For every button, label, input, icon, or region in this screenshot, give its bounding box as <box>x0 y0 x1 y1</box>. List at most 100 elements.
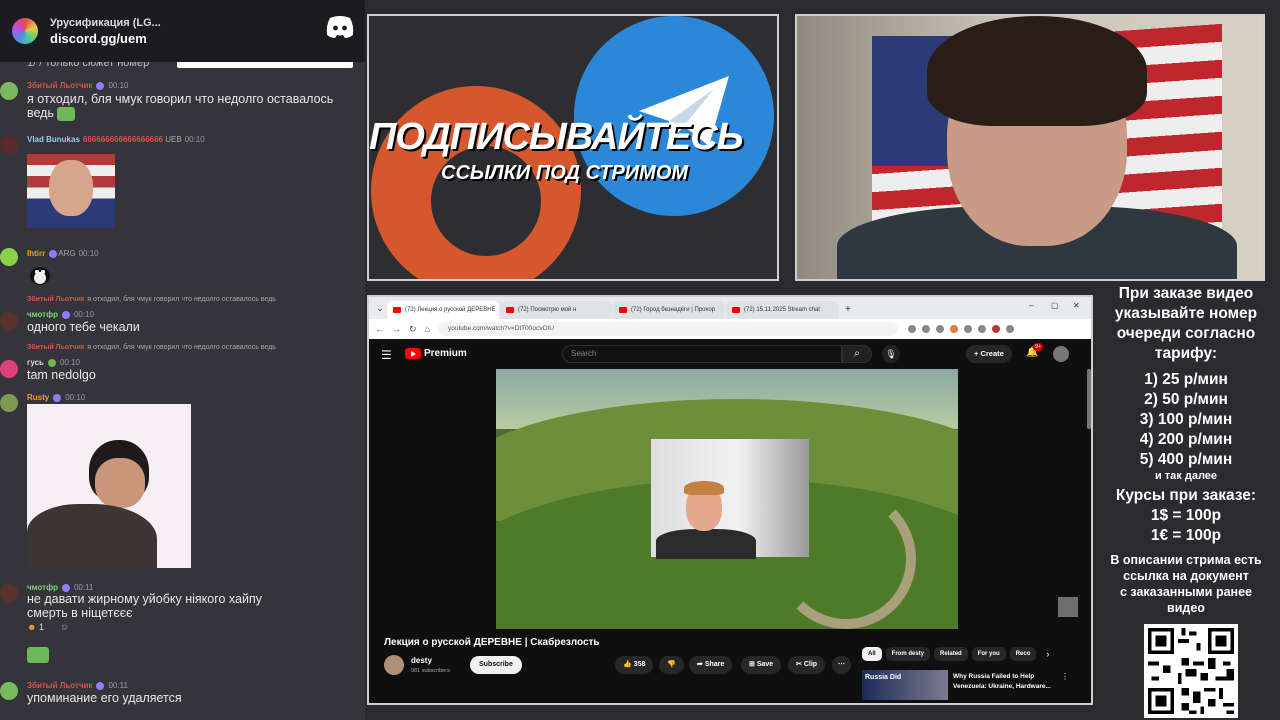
image-attachment[interactable] <box>27 404 191 568</box>
badge-icon <box>96 81 105 90</box>
pip-hair <box>684 481 724 495</box>
rate-line: 1$ = 100р <box>1150 507 1222 524</box>
discord-banner[interactable]: Урусификация (LG... discord.gg/uem <box>0 0 365 62</box>
reaction[interactable]: ☻ 1 <box>27 622 44 632</box>
desc-line: ссылка на документ <box>1123 569 1249 583</box>
rates-title: Курсы при заказе: <box>1115 487 1257 504</box>
recommended-video-title[interactable]: Why Russia Failed to Help Venezuela: Ukr… <box>953 672 1063 692</box>
timestamp: 00:10 <box>108 81 129 90</box>
tariff-line: 2) 50 р/мин <box>1144 391 1228 408</box>
subscribe-promo-panel: ПОДПИСЫВАЙТЕСЬ ССЫЛКИ ПОД СТРИМОМ <box>367 14 779 281</box>
chat-message: Збитый Льотчик 00:11 упоминание его удаля… <box>0 680 365 710</box>
browser-tab[interactable]: (72) 15.11.2025 Stream chat <box>726 301 838 319</box>
chip-all[interactable]: All <box>862 647 882 661</box>
reload-icon[interactable]: ↻ <box>409 324 417 335</box>
message-text: не давати жирному уйобку ніякого хайпу см… <box>27 592 262 620</box>
username[interactable]: Збитый Льотчик <box>27 81 92 90</box>
info-line: тарифу: <box>1154 345 1218 362</box>
avatar <box>0 394 18 412</box>
username[interactable]: гусь <box>27 358 44 367</box>
dislike-button[interactable]: 👎 <box>659 656 684 674</box>
extension-icon[interactable] <box>963 325 972 333</box>
more-actions-button[interactable]: ⋯ <box>832 656 851 674</box>
emote-icon <box>27 262 53 286</box>
info-line: указывайте номер <box>1114 305 1258 322</box>
page-scrollbar[interactable] <box>1087 369 1091 429</box>
image-attachment[interactable] <box>27 154 115 228</box>
qr-code <box>1144 624 1238 718</box>
chip-related[interactable]: Related <box>934 647 968 661</box>
browser-window: ⌄ (72) Лекция о русской ДЕРЕВНЕ (72) Пос… <box>367 295 1093 705</box>
minimize-icon[interactable]: – <box>1029 301 1033 310</box>
reply-preview[interactable]: Збитый Льотчик я отходил, бля чмук говори… <box>27 296 276 303</box>
timestamp: 00:11 <box>73 583 94 592</box>
tariff-etc: и так далее <box>1154 470 1218 482</box>
extension-icon[interactable] <box>921 325 930 333</box>
timestamp: 00:10 <box>73 310 94 319</box>
tab-bar: ⌄ (72) Лекция о русской ДЕРЕВНЕ (72) Пос… <box>369 297 1091 319</box>
menu-icon[interactable] <box>1005 325 1014 333</box>
discord-invite-link[interactable]: discord.gg/uem <box>50 31 161 46</box>
subscribe-button[interactable]: Subscribe <box>470 656 522 674</box>
extension-icon[interactable] <box>949 325 958 333</box>
chip-for-you[interactable]: For you <box>971 647 1006 661</box>
tariff-line: 1) 25 р/мин <box>1144 371 1228 388</box>
browser-tab[interactable]: (72) Посмотрю мой н <box>500 301 612 319</box>
username[interactable]: Ihtirr <box>27 249 45 258</box>
save-icon: ⊞ <box>749 661 755 668</box>
clip-button[interactable]: ✂ Clip <box>788 656 826 674</box>
chip-recently[interactable]: Reco <box>1009 647 1037 661</box>
search-icon[interactable]: ⌕ <box>842 345 872 363</box>
extension-icon[interactable] <box>977 325 986 333</box>
video-player[interactable] <box>496 369 958 629</box>
tariff-line: 5) 400 р/мин <box>1139 451 1233 468</box>
chat-message: Vlad Bunukas 666666666666666666 UEB 00:10 <box>0 134 365 234</box>
timestamp: 00:10 <box>59 358 80 367</box>
face-shape <box>95 458 145 508</box>
username[interactable]: чмотфр <box>27 310 58 319</box>
close-icon[interactable]: ✕ <box>1073 301 1080 310</box>
maximize-icon[interactable]: ▢ <box>1051 301 1059 310</box>
profile-icon[interactable] <box>991 325 1000 333</box>
browser-tab[interactable]: (72) Лекция о русской ДЕРЕВНЕ <box>387 301 499 319</box>
username[interactable]: Збитый Льотчик <box>27 681 92 690</box>
hamburger-menu-icon[interactable]: ☰ <box>381 348 392 362</box>
extension-icon[interactable] <box>907 325 916 333</box>
new-tab-button[interactable]: + <box>845 304 851 315</box>
home-icon[interactable]: ⌂ <box>425 324 430 334</box>
create-button[interactable]: + Create <box>966 345 1012 363</box>
back-icon[interactable]: ← <box>375 324 384 334</box>
like-button[interactable]: 👍 358 <box>615 656 654 674</box>
channel-name[interactable]: desty <box>411 656 432 665</box>
forward-icon[interactable]: → <box>392 324 401 334</box>
browser-tab[interactable]: (72) Город безнадёги | Прохор <box>613 301 725 319</box>
add-reaction-icon[interactable]: ☺ <box>60 622 69 632</box>
recommended-video-thumbnail[interactable]: Russia Did <box>862 670 948 700</box>
microphone-icon[interactable]: 🎙 <box>882 345 900 363</box>
more-vert-icon[interactable]: ⋮ <box>1061 672 1069 681</box>
username[interactable]: чмотфр <box>27 583 58 592</box>
mini-thumbnail[interactable] <box>1058 597 1078 617</box>
avatar <box>0 682 18 700</box>
extension-icon[interactable] <box>935 325 944 333</box>
chip-from-channel[interactable]: From desty <box>885 647 931 661</box>
share-button[interactable]: ➦ Share <box>689 656 733 674</box>
url-field[interactable]: youtube.com/watch?v=DtT00ocvOtU <box>437 322 898 336</box>
search-input[interactable]: Search <box>562 345 842 363</box>
message-text: я отходил, бля чмук говорил что недолго … <box>27 92 334 121</box>
reply-preview[interactable]: Збитый Льотчик я отходил, бля чмук говори… <box>27 344 276 351</box>
save-button[interactable]: ⊞ Save <box>741 656 782 674</box>
account-avatar[interactable] <box>1053 346 1069 362</box>
channel-avatar[interactable] <box>384 655 404 675</box>
badge-icon <box>49 249 58 258</box>
username[interactable]: Vlad Bunukas <box>27 135 80 144</box>
badge-icon <box>61 583 70 592</box>
username[interactable]: Rusty <box>27 393 49 402</box>
youtube-logo[interactable]: Premium <box>405 348 467 359</box>
desc-line: В описании стрима есть <box>1110 553 1262 567</box>
avatar <box>0 136 18 154</box>
tab-search-icon[interactable]: ⌄ <box>373 301 387 315</box>
desc-line: с заказанными ранее <box>1119 585 1252 599</box>
like-icon: 👍 <box>623 661 632 668</box>
chevron-right-icon[interactable]: › <box>1046 647 1049 661</box>
